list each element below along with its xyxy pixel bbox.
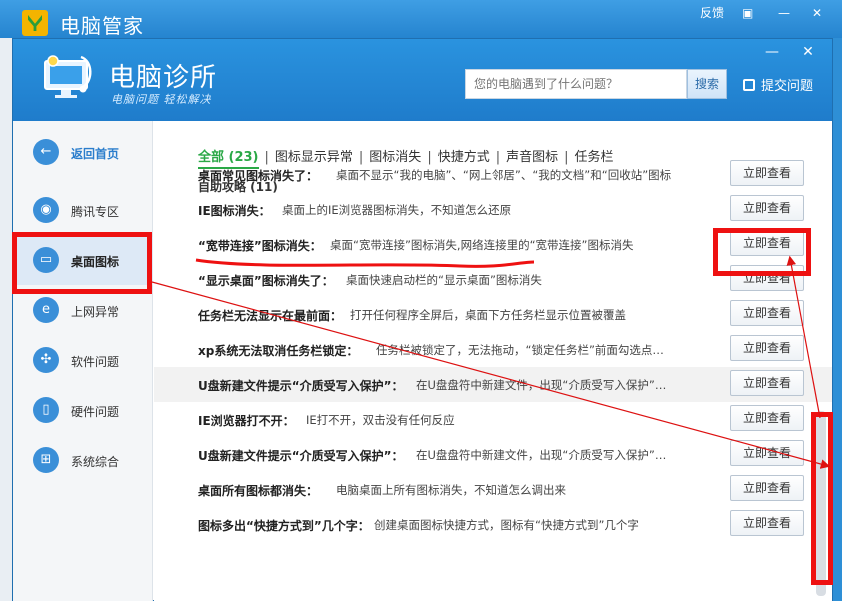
annotation-arrow-to-scrollbar <box>151 281 831 469</box>
annotation-arrow-to-button <box>786 255 821 419</box>
annotation-underline <box>195 258 535 268</box>
annotation-overlay <box>151 255 831 469</box>
